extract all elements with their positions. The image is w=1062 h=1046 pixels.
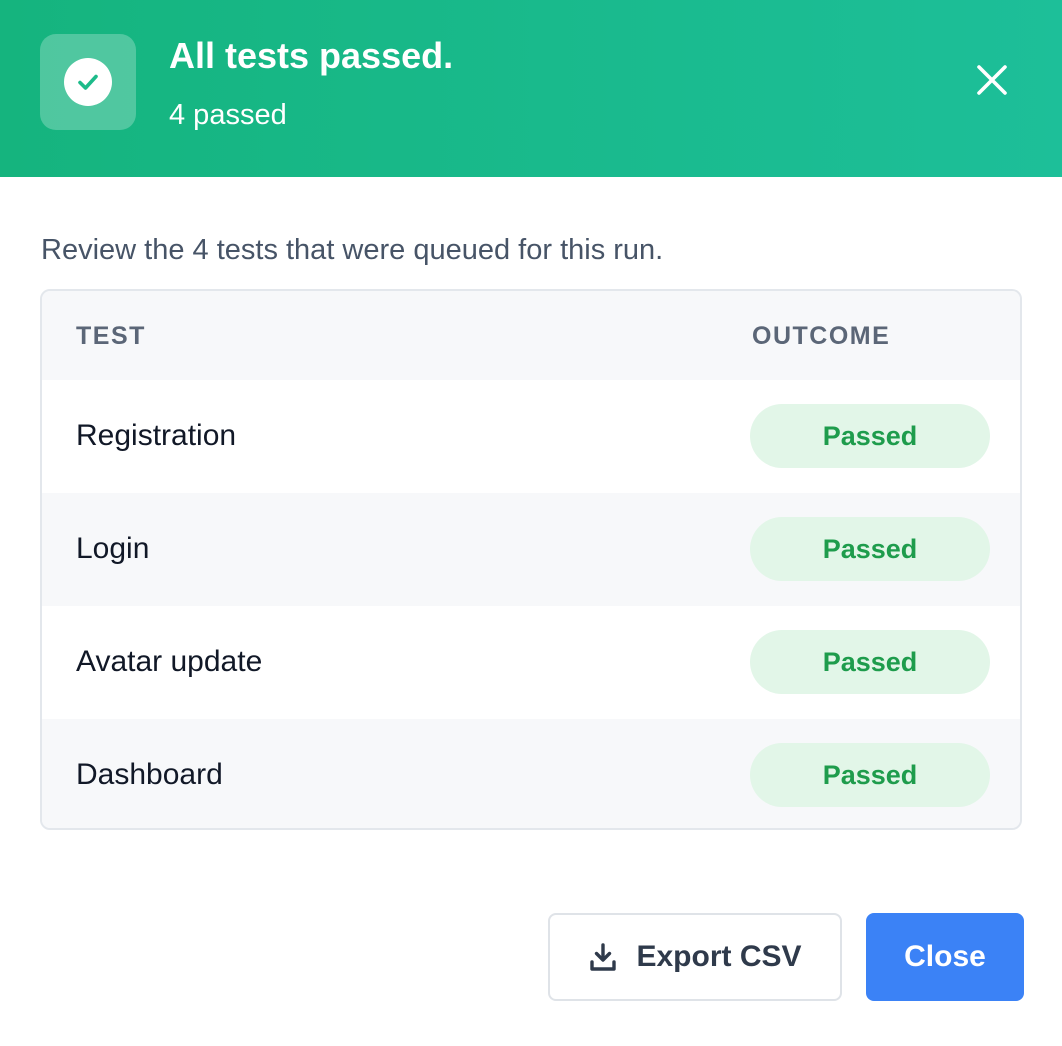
check-icon	[78, 74, 98, 90]
status-badge: Passed	[750, 630, 990, 694]
column-header-outcome: OUTCOME	[752, 322, 891, 350]
test-name: Avatar update	[76, 645, 263, 678]
status-badge: Passed	[750, 743, 990, 807]
status-badge: Passed	[750, 404, 990, 468]
table-row: Avatar update Passed	[42, 606, 1020, 719]
success-badge	[40, 34, 136, 130]
download-icon	[590, 943, 617, 971]
dialog-header: All tests passed. 4 passed	[0, 0, 1062, 177]
dialog-subtitle: 4 passed	[169, 99, 287, 131]
status-badge: Passed	[750, 517, 990, 581]
close-button[interactable]: Close	[866, 913, 1024, 1001]
test-name: Dashboard	[76, 758, 223, 791]
close-icon[interactable]	[966, 54, 1018, 106]
table-header: TEST OUTCOME	[42, 291, 1020, 380]
table-row: Login Passed	[42, 493, 1020, 606]
intro-text: Review the 4 tests that were queued for …	[41, 234, 664, 266]
export-csv-button[interactable]: Export CSV	[548, 913, 842, 1001]
table-row: Registration Passed	[42, 380, 1020, 493]
check-circle-icon	[64, 58, 112, 106]
test-results-dialog: All tests passed. 4 passed Review the 4 …	[0, 0, 1062, 1046]
table-row: Dashboard Passed	[42, 719, 1020, 828]
test-name: Registration	[76, 419, 237, 452]
results-table: TEST OUTCOME Registration Passed Login P…	[40, 289, 1022, 830]
dialog-title: All tests passed.	[169, 35, 454, 76]
column-header-test: TEST	[76, 322, 146, 350]
export-csv-label: Export CSV	[636, 940, 802, 973]
test-name: Login	[76, 532, 150, 565]
